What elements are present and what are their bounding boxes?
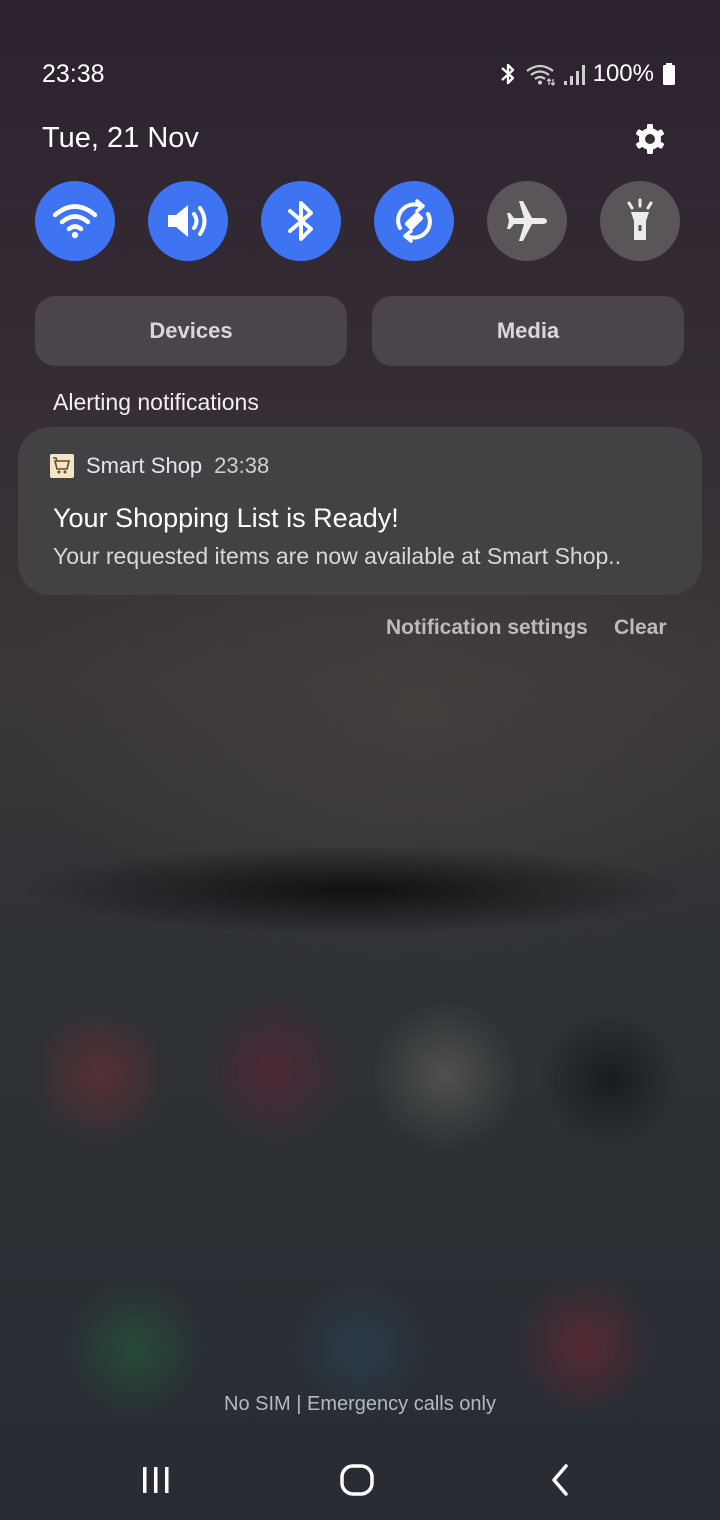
battery-percent: 100% bbox=[592, 60, 654, 87]
notification-body: Your requested items are now available a… bbox=[53, 543, 622, 569]
qs-airplane-toggle[interactable] bbox=[487, 181, 567, 261]
wifi-icon bbox=[52, 204, 98, 239]
smart-shop-app-icon bbox=[50, 454, 74, 478]
notification-card[interactable]: Smart Shop 23:38 Your Shopping List is R… bbox=[18, 427, 702, 595]
clear-button[interactable]: Clear bbox=[614, 616, 667, 640]
sound-icon bbox=[168, 205, 207, 237]
gear-icon bbox=[636, 124, 664, 154]
bluetooth-icon bbox=[500, 63, 514, 85]
qs-wifi-toggle[interactable] bbox=[35, 181, 115, 261]
wifi-icon bbox=[525, 64, 555, 86]
qs-autorotate-toggle[interactable] bbox=[374, 181, 454, 261]
rotate-icon bbox=[396, 199, 432, 243]
qs-bluetooth-toggle[interactable] bbox=[261, 181, 341, 261]
notification-header: Smart Shop 23:38 bbox=[50, 453, 269, 479]
notification-app-name: Smart Shop bbox=[86, 453, 203, 478]
notification-settings-button[interactable]: Notification settings bbox=[386, 616, 588, 640]
section-label: Alerting notifications bbox=[53, 389, 259, 415]
status-time: 23:38 bbox=[42, 60, 105, 88]
notification-title: Your Shopping List is Ready! bbox=[53, 503, 399, 533]
status-icons: 100% bbox=[499, 60, 676, 88]
carrier-status: No SIM | Emergency calls only bbox=[224, 1393, 496, 1415]
navigation-bar bbox=[0, 1440, 720, 1520]
back-button[interactable] bbox=[544, 1462, 576, 1498]
signal-icon bbox=[563, 65, 585, 85]
qs-sound-toggle[interactable] bbox=[148, 181, 228, 261]
battery-icon bbox=[663, 63, 675, 85]
devices-button[interactable]: Devices bbox=[35, 296, 347, 366]
qs-flashlight-toggle[interactable] bbox=[600, 181, 680, 261]
airplane-icon bbox=[507, 201, 547, 241]
media-button[interactable]: Media bbox=[372, 296, 684, 366]
notification-time: 23:38 bbox=[214, 453, 270, 478]
settings-button[interactable] bbox=[632, 121, 668, 157]
home-button[interactable] bbox=[338, 1462, 376, 1498]
quick-settings-row bbox=[35, 181, 680, 261]
date-label: Tue, 21 Nov bbox=[42, 122, 199, 154]
flashlight-icon bbox=[627, 198, 653, 240]
bluetooth-icon bbox=[288, 201, 313, 241]
recent-apps-button[interactable] bbox=[138, 1464, 174, 1496]
